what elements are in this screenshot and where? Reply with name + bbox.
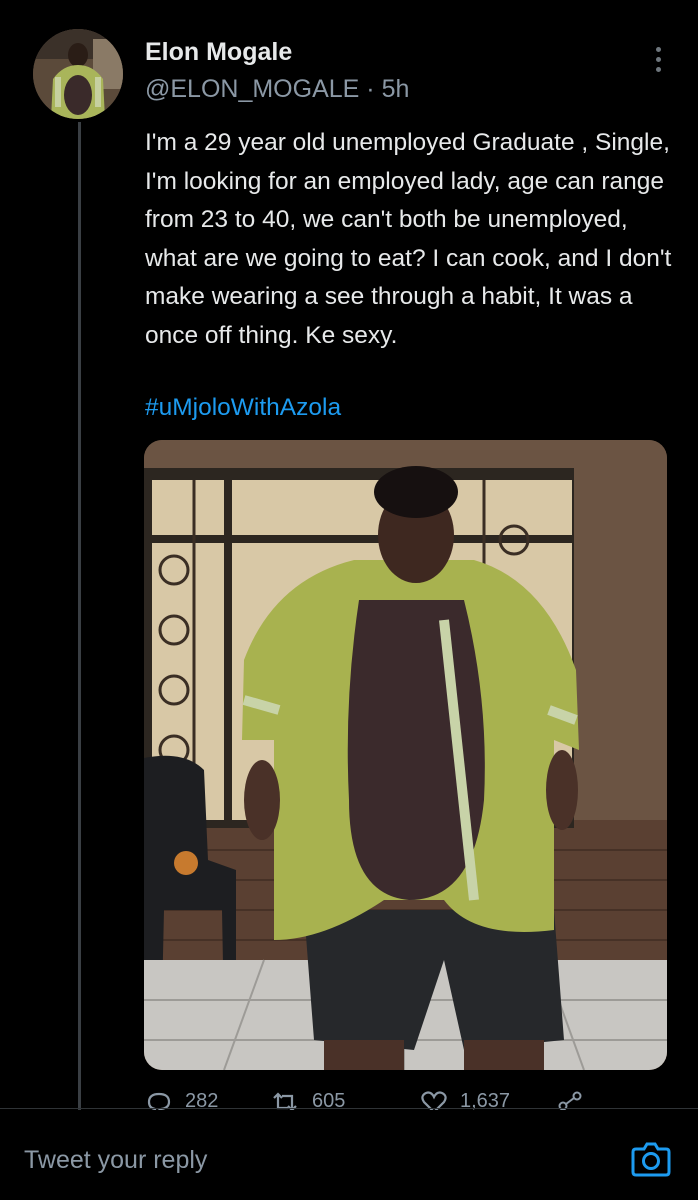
more-dot: [655, 46, 661, 52]
hashtag-link[interactable]: #uMjoloWithAzola: [145, 394, 341, 422]
reply-count: 282: [185, 1090, 219, 1110]
like-action[interactable]: 1,637: [420, 1090, 510, 1110]
retweet-icon: [273, 1092, 297, 1110]
author-name[interactable]: Elon Mogale: [145, 38, 292, 67]
more-vertical-icon[interactable]: [645, 42, 671, 76]
meta-separator: ·: [359, 75, 382, 103]
like-count: 1,637: [460, 1090, 511, 1110]
reply-icon: [147, 1092, 171, 1110]
more-dot: [655, 56, 661, 62]
tweet-text: I'm a 29 year old unemployed Graduate , …: [145, 129, 672, 349]
camera-icon: [631, 1142, 671, 1177]
avatar-image: [33, 29, 123, 119]
retweet-action[interactable]: 605: [270, 1090, 345, 1110]
retweet-count: 605: [312, 1090, 346, 1110]
avatar[interactable]: [33, 29, 123, 119]
tweet-photo[interactable]: [144, 440, 667, 1070]
tweet-time[interactable]: 5h: [382, 75, 410, 103]
author-handle[interactable]: @ELON_MOGALE: [145, 75, 359, 103]
reply-divider: [0, 1108, 698, 1109]
more-dot: [655, 66, 661, 72]
photo-image: [144, 440, 667, 1070]
heart-icon: [421, 1091, 447, 1110]
thread-line: [78, 122, 81, 1110]
share-icon: [558, 1091, 582, 1110]
reply-action[interactable]: 282: [145, 1090, 218, 1110]
share-action[interactable]: [557, 1090, 585, 1110]
reply-input[interactable]: [24, 1140, 584, 1180]
tweet-actions: 282 605 1,637: [145, 1090, 585, 1110]
author-meta: @ELON_MOGALE · 5h: [145, 75, 409, 104]
camera-button[interactable]: [630, 1137, 672, 1179]
